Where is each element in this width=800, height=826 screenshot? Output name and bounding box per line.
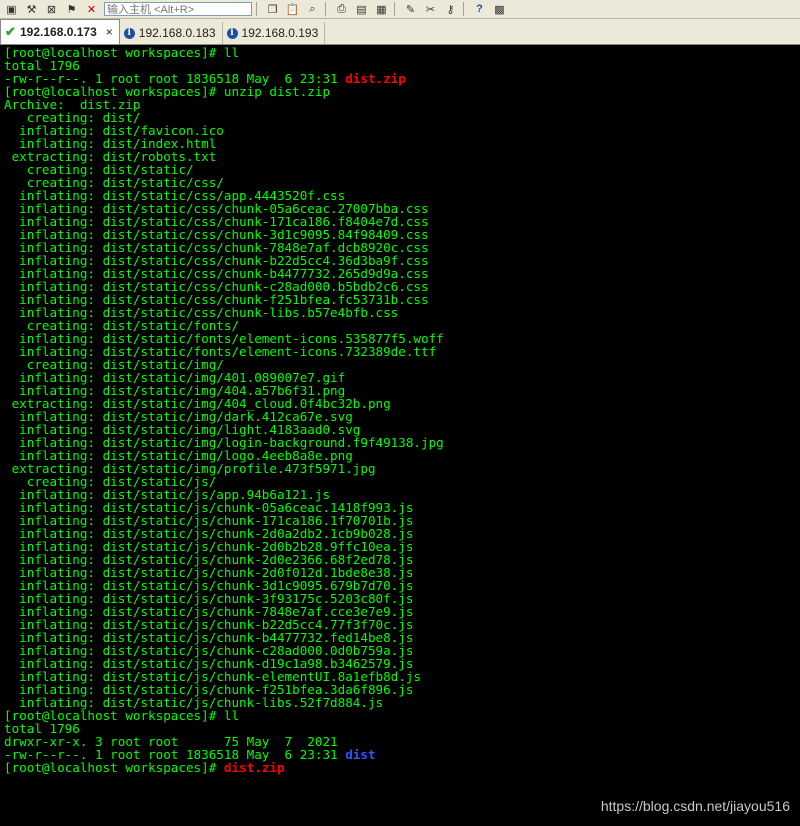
toolbar-separator bbox=[394, 2, 395, 16]
tab-label: 192.168.0.193 bbox=[241, 26, 319, 40]
terminal-line-text: [root@localhost workspaces]# bbox=[4, 760, 224, 775]
info-icon: i bbox=[226, 27, 238, 39]
connect-icon[interactable]: ⚒ bbox=[23, 2, 40, 17]
zip-file-name: dist.zip bbox=[345, 71, 406, 86]
help-icon[interactable]: ? bbox=[471, 2, 488, 17]
settings-icon[interactable]: ✎ bbox=[402, 2, 419, 17]
watermark: https://blog.csdn.net/jiayou516 bbox=[600, 798, 790, 814]
print-icon[interactable]: ⎙ bbox=[333, 2, 350, 17]
close-session-icon[interactable]: ✕ bbox=[83, 2, 100, 17]
toolbar-separator bbox=[325, 2, 326, 16]
terminal-line: [root@localhost workspaces]# ll bbox=[4, 46, 800, 59]
tab-session-2[interactable]: i 192.168.0.183 bbox=[120, 22, 223, 44]
key-icon[interactable]: ⚷ bbox=[442, 2, 459, 17]
zip-file-name: dist.zip bbox=[223, 760, 285, 775]
info-icon: i bbox=[123, 27, 135, 39]
toolbar: ▣ ⚒ ⊠ ⚑ ✕ 输入主机 <Alt+R> ❐ 📋 ⌕ ⎙ ▤ ▦ ✎ ✂ ⚷… bbox=[0, 0, 800, 19]
about-icon[interactable]: ▩ bbox=[491, 2, 508, 17]
log-icon[interactable]: ▦ bbox=[373, 2, 390, 17]
reconnect-icon[interactable]: ⚑ bbox=[63, 2, 80, 17]
terminal-line: [root@localhost workspaces]# ll bbox=[4, 709, 800, 722]
new-session-icon[interactable]: ▣ bbox=[3, 2, 20, 17]
close-tab-icon[interactable]: × bbox=[106, 25, 113, 39]
copy-icon[interactable]: ❐ bbox=[264, 2, 281, 17]
toolbar-separator bbox=[463, 2, 464, 16]
tab-session-1[interactable]: ✔ 192.168.0.173 × bbox=[0, 19, 120, 44]
print-setup-icon[interactable]: ▤ bbox=[353, 2, 370, 17]
tab-label: 192.168.0.173 bbox=[20, 25, 97, 39]
terminal-output[interactable]: [root@localhost workspaces]# ll total 179… bbox=[0, 46, 800, 826]
tools-icon[interactable]: ✂ bbox=[422, 2, 439, 17]
paste-icon[interactable]: 📋 bbox=[284, 2, 301, 17]
host-input[interactable]: 输入主机 <Alt+R> bbox=[104, 2, 252, 16]
tab-session-3[interactable]: i 192.168.0.193 bbox=[223, 22, 326, 44]
session-tabs: ✔ 192.168.0.173 × i 192.168.0.183 i 192.… bbox=[0, 19, 800, 45]
tab-label: 192.168.0.183 bbox=[138, 26, 216, 40]
directory-name: dist bbox=[345, 747, 376, 762]
checkmark-icon: ✔ bbox=[5, 24, 16, 39]
disconnect-icon[interactable]: ⊠ bbox=[43, 2, 60, 17]
toolbar-separator bbox=[256, 2, 257, 16]
find-icon[interactable]: ⌕ bbox=[304, 2, 321, 17]
terminal-line: [root@localhost workspaces]# dist.zip bbox=[4, 761, 800, 774]
